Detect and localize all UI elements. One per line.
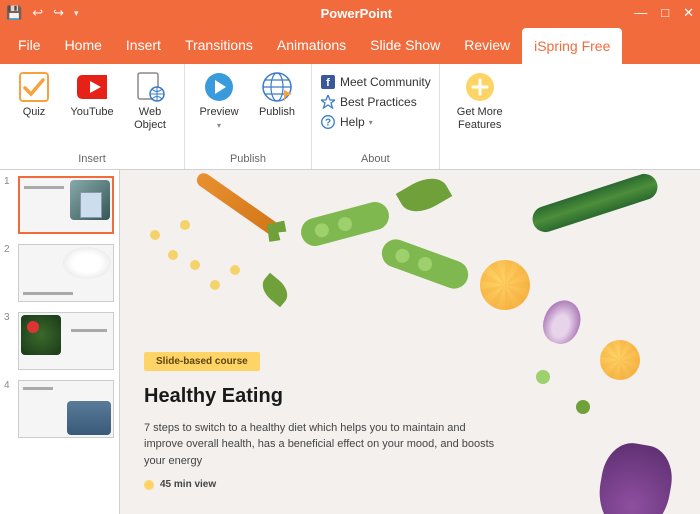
decoration-tomato <box>600 340 640 380</box>
duration-label: 45 min view <box>160 479 216 490</box>
ribbon-group-about: f Meet Community Best Practices ? Help ▾… <box>312 64 440 169</box>
chevron-down-icon: ▾ <box>217 121 221 130</box>
web-object-icon <box>135 72 165 102</box>
decoration-leaf <box>396 170 453 220</box>
quiz-label: Quiz <box>23 106 46 119</box>
clock-icon <box>144 480 154 490</box>
undo-icon[interactable]: ↩ <box>32 5 43 21</box>
decoration-corn <box>150 230 160 240</box>
slide-meta: 45 min view <box>144 479 500 490</box>
decoration-onion <box>538 295 587 349</box>
preview-icon <box>204 72 234 102</box>
slide-thumbnail-4[interactable] <box>18 380 114 438</box>
decoration-cabbage <box>593 439 678 514</box>
tab-animations[interactable]: Animations <box>265 26 358 64</box>
decoration-pea <box>378 235 472 292</box>
help-label: Help <box>340 115 365 129</box>
decoration-corn <box>168 250 178 260</box>
publish-label: Publish <box>259 106 295 119</box>
thumbnail-row[interactable]: 4 <box>4 380 115 438</box>
thumbnail-row[interactable]: 3 <box>4 312 115 370</box>
thumb-number: 1 <box>4 176 14 234</box>
maximize-button[interactable]: □ <box>661 5 669 21</box>
thumbnail-row[interactable]: 1 <box>4 176 115 234</box>
preview-button[interactable]: Preview▾ <box>193 68 245 132</box>
slide-content: Slide-based course Healthy Eating 7 step… <box>144 352 500 491</box>
thumbnail-row[interactable]: 2 <box>4 244 115 302</box>
facebook-icon: f <box>320 74 336 90</box>
group-label-publish: Publish <box>193 151 303 167</box>
decoration-corn <box>210 280 220 290</box>
redo-icon[interactable]: ↪ <box>53 5 64 21</box>
save-icon[interactable]: 💾 <box>6 5 22 21</box>
current-slide: Slide-based course Healthy Eating 7 step… <box>120 170 700 514</box>
preview-label: Preview▾ <box>199 106 238 132</box>
tab-file[interactable]: File <box>6 26 53 64</box>
tab-home[interactable]: Home <box>53 26 114 64</box>
title-bar: 💾 ↩ ↪ ▾ PowerPoint — □ ✕ <box>0 0 700 26</box>
web-object-button[interactable]: Web Object <box>124 68 176 132</box>
slide-editor[interactable]: Slide-based course Healthy Eating 7 step… <box>120 170 700 514</box>
help-icon: ? <box>320 114 336 130</box>
chevron-down-icon: ▾ <box>369 118 373 127</box>
ribbon: Quiz YouTube Web Object Insert <box>0 64 700 170</box>
decoration-pea-loose <box>576 400 590 414</box>
web-object-label: Web Object <box>124 106 176 132</box>
help-link[interactable]: ? Help ▾ <box>320 114 431 130</box>
decoration-pea <box>298 199 392 249</box>
youtube-icon <box>77 72 107 102</box>
thumb-number: 4 <box>4 380 14 438</box>
menu-bar: File Home Insert Transitions Animations … <box>0 26 700 64</box>
youtube-label: YouTube <box>70 106 113 119</box>
decoration-corn <box>230 265 240 275</box>
thumb-number: 2 <box>4 244 14 302</box>
tab-insert[interactable]: Insert <box>114 26 173 64</box>
decoration-corn <box>180 220 190 230</box>
quiz-icon <box>19 72 49 102</box>
tab-slideshow[interactable]: Slide Show <box>358 26 452 64</box>
get-more-features-button[interactable]: Get More Features <box>448 68 512 132</box>
quiz-button[interactable]: Quiz <box>8 68 60 119</box>
tab-transitions[interactable]: Transitions <box>173 26 265 64</box>
slide-thumbnail-2[interactable] <box>18 244 114 302</box>
more-label: Get More Features <box>448 106 512 132</box>
svg-text:?: ? <box>325 118 331 129</box>
slide-description: 7 steps to switch to a healthy diet whic… <box>144 420 500 470</box>
workspace: 1 2 3 4 <box>0 170 700 514</box>
decoration-leaf <box>257 273 293 308</box>
decoration-cucumber <box>529 171 661 236</box>
tab-ispring[interactable]: iSpring Free <box>522 28 622 64</box>
slide-thumbnail-3[interactable] <box>18 312 114 370</box>
decoration-corn <box>190 260 200 270</box>
close-button[interactable]: ✕ <box>683 5 694 21</box>
slide-thumbnail-1[interactable] <box>18 176 114 234</box>
slide-thumbnail-panel[interactable]: 1 2 3 4 <box>0 170 120 514</box>
ribbon-group-insert: Quiz YouTube Web Object Insert <box>0 64 185 169</box>
publish-button[interactable]: Publish <box>251 68 303 119</box>
ribbon-group-more: Get More Features <box>440 64 520 169</box>
tab-review[interactable]: Review <box>452 26 522 64</box>
publish-icon <box>262 72 292 102</box>
course-badge: Slide-based course <box>144 352 260 371</box>
decoration-carrot <box>194 170 276 233</box>
community-label: Meet Community <box>340 75 431 89</box>
app-title: PowerPoint <box>79 6 635 21</box>
group-label-about: About <box>320 151 431 167</box>
qat-customize-icon[interactable]: ▾ <box>74 8 79 19</box>
thumb-number: 3 <box>4 312 14 370</box>
group-label-insert: Insert <box>8 151 176 167</box>
svg-text:f: f <box>326 77 330 89</box>
best-practices-link[interactable]: Best Practices <box>320 94 431 110</box>
slide-title: Healthy Eating <box>144 385 500 408</box>
star-icon <box>320 94 336 110</box>
youtube-button[interactable]: YouTube <box>66 68 118 119</box>
plus-icon <box>465 72 495 102</box>
best-label: Best Practices <box>340 95 417 109</box>
meet-community-link[interactable]: f Meet Community <box>320 74 431 90</box>
decoration-pea-loose <box>536 370 550 384</box>
ribbon-group-publish: Preview▾ Publish Publish <box>185 64 312 169</box>
decoration-tomato <box>480 260 530 310</box>
minimize-button[interactable]: — <box>634 5 647 21</box>
